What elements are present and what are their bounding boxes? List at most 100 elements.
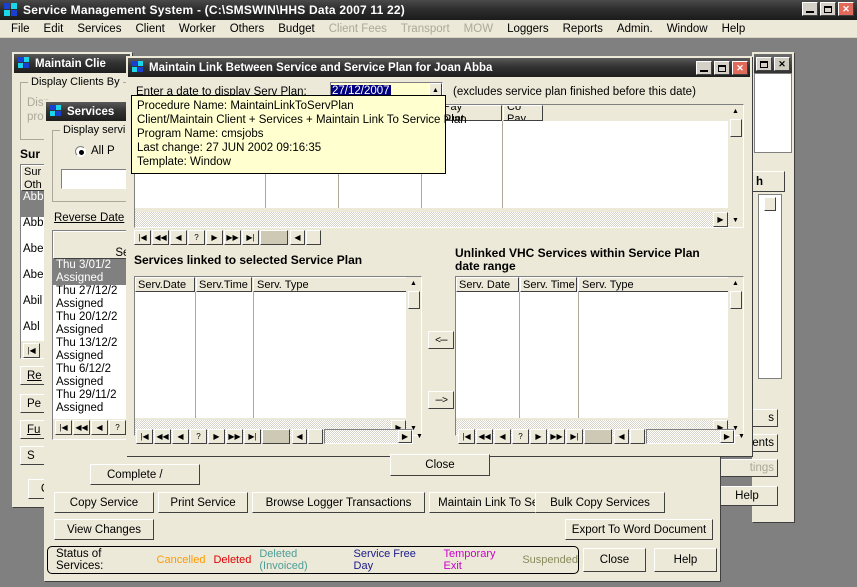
services-close-button[interactable]: Close (583, 548, 646, 572)
nav-prev-page-button[interactable]: ◀◀ (154, 429, 171, 444)
menu-admin[interactable]: Admin. (610, 22, 660, 36)
scroll-up-icon[interactable]: ▲ (729, 277, 742, 290)
unlinked-services-vscrollbar[interactable]: ▲ ▼ (728, 277, 743, 435)
linked-services-navbar[interactable]: |◀ ◀◀ ◀ ? ▶ ▶▶ ▶| ◀ ▶ ▼ (136, 429, 426, 444)
view-changes-button[interactable]: View Changes (54, 519, 154, 540)
minimize-icon[interactable] (802, 2, 818, 16)
linked-services-panel[interactable]: Serv.Date Serv.Time Serv. Type ▲ ▼ ▶ (134, 276, 422, 436)
radio-button-icon[interactable] (75, 146, 86, 157)
menu-help[interactable]: Help (715, 22, 753, 36)
copy-service-button[interactable]: Copy Service (54, 492, 154, 513)
bulk-copy-services-button[interactable]: Bulk Copy Services (535, 492, 665, 513)
nav-dropdown-icon[interactable]: ▼ (413, 429, 426, 444)
column-header-serv-time[interactable]: Serv. Time (520, 277, 577, 292)
column-header-serv-date[interactable]: Serv. Date (456, 277, 519, 292)
nav-scroll-right-button[interactable]: ▶ (398, 430, 412, 443)
background-window-right[interactable]: ✕ h s vents tings Help (752, 52, 794, 522)
scroll-up-icon[interactable]: ▲ (407, 277, 420, 290)
export-to-word-document-button[interactable]: Export To Word Document (565, 519, 713, 540)
nav-next-page-button[interactable]: ▶▶ (224, 230, 241, 245)
nav-prev-button[interactable]: ◀ (170, 230, 187, 245)
radio-all-p[interactable]: All P (75, 145, 115, 157)
nav-scroll-spacer[interactable] (630, 429, 645, 444)
minimize-icon[interactable] (696, 61, 712, 75)
nav-first-button[interactable]: |◀ (458, 429, 475, 444)
scroll-thumb[interactable] (764, 197, 776, 211)
nav-next-page-button[interactable]: ▶▶ (548, 429, 565, 444)
menu-services[interactable]: Services (70, 22, 128, 36)
scroll-down-icon[interactable]: ▼ (729, 214, 742, 227)
nav-first-button[interactable]: |◀ (23, 343, 40, 358)
column-header-serv-type[interactable]: Serv. Type (578, 277, 743, 292)
column-header-serv-date[interactable]: Serv.Date (135, 277, 195, 292)
nav-help-button[interactable]: ? (109, 420, 126, 435)
maximize-icon[interactable] (756, 57, 772, 71)
unlinked-services-body[interactable] (456, 292, 728, 418)
column-header-co-pay[interactable]: Co Pay (503, 105, 543, 121)
column-header-serv-time[interactable]: Serv.Time (196, 277, 252, 292)
scroll-thumb[interactable] (730, 291, 742, 309)
menu-edit[interactable]: Edit (37, 22, 71, 36)
nav-help-button[interactable]: ? (188, 230, 205, 245)
nav-next-button[interactable]: ▶ (206, 230, 223, 245)
scroll-right-icon[interactable]: ▶ (713, 212, 728, 227)
services-help-button[interactable]: Help (654, 548, 717, 572)
background-window-scroll-pane[interactable] (758, 194, 782, 379)
nav-help-button[interactable]: ? (512, 429, 529, 444)
nav-scroll-spacer[interactable] (306, 230, 321, 245)
linked-services-vscrollbar[interactable]: ▲ ▼ (406, 277, 421, 435)
nav-prev-button[interactable]: ◀ (494, 429, 511, 444)
transfer-left-button[interactable]: <--- (428, 331, 454, 349)
background-window-tab[interactable]: h (752, 171, 785, 192)
scroll-up-icon[interactable]: ▲ (729, 105, 742, 118)
nav-next-page-button[interactable]: ▶▶ (226, 429, 243, 444)
browse-logger-transactions-button[interactable]: Browse Logger Transactions (252, 492, 425, 513)
menu-others[interactable]: Others (223, 22, 272, 36)
nav-prev-button[interactable]: ◀ (91, 420, 108, 435)
scroll-thumb[interactable] (730, 119, 742, 137)
nav-first-button[interactable]: |◀ (55, 420, 72, 435)
nav-track[interactable]: ▶ (324, 429, 413, 444)
menu-budget[interactable]: Budget (271, 22, 321, 36)
unlinked-services-panel[interactable]: Serv. Date Serv. Time Serv. Type ▲ ▼ ▶ (455, 276, 744, 436)
linked-services-body[interactable] (135, 292, 406, 418)
close-icon[interactable]: ✕ (774, 57, 790, 71)
transfer-right-button[interactable]: ---> (428, 391, 454, 409)
service-plan-vscrollbar[interactable]: ▲ ▼ (728, 105, 743, 227)
nav-prev-page-button[interactable]: ◀◀ (73, 420, 90, 435)
service-plan-navbar[interactable]: |◀ ◀◀ ◀ ? ▶ ▶▶ ▶| ◀ (134, 230, 434, 245)
nav-scroll-left-button[interactable]: ◀ (290, 230, 305, 245)
complete-button[interactable]: Complete / (90, 464, 200, 485)
print-service-button[interactable]: Print Service (158, 492, 248, 513)
nav-next-button[interactable]: ▶ (208, 429, 225, 444)
nav-prev-page-button[interactable]: ◀◀ (152, 230, 169, 245)
nav-scroll-left-button[interactable]: ◀ (614, 429, 629, 444)
nav-prev-button[interactable]: ◀ (172, 429, 189, 444)
maximize-icon[interactable] (820, 2, 836, 16)
scroll-thumb[interactable] (408, 291, 420, 309)
close-icon[interactable]: ✕ (732, 61, 748, 75)
close-icon[interactable]: ✕ (838, 2, 854, 16)
nav-track[interactable]: ▶ (646, 429, 735, 444)
link-dialog-close-button[interactable]: Close (390, 454, 490, 476)
nav-first-button[interactable]: |◀ (136, 429, 153, 444)
unlinked-services-navbar[interactable]: |◀ ◀◀ ◀ ? ▶ ▶▶ ▶| ◀ ▶ ▼ (458, 429, 748, 444)
nav-help-button[interactable]: ? (190, 429, 207, 444)
menu-file[interactable]: File (4, 22, 37, 36)
menu-worker[interactable]: Worker (172, 22, 223, 36)
menu-window[interactable]: Window (660, 22, 715, 36)
menu-reports[interactable]: Reports (556, 22, 610, 36)
nav-last-button[interactable]: ▶| (244, 429, 261, 444)
column-header-serv-type[interactable]: Serv. Type (253, 277, 421, 292)
nav-prev-page-button[interactable]: ◀◀ (476, 429, 493, 444)
background-button-help[interactable]: Help (716, 486, 778, 506)
nav-scroll-spacer[interactable] (308, 429, 323, 444)
menu-client[interactable]: Client (128, 22, 171, 36)
nav-last-button[interactable]: ▶| (566, 429, 583, 444)
nav-scroll-right-button[interactable]: ▶ (720, 430, 734, 443)
nav-scroll-left-button[interactable]: ◀ (292, 429, 307, 444)
nav-last-button[interactable]: ▶| (242, 230, 259, 245)
nav-next-button[interactable]: ▶ (530, 429, 547, 444)
menu-loggers[interactable]: Loggers (500, 22, 556, 36)
nav-dropdown-icon[interactable]: ▼ (735, 429, 748, 444)
